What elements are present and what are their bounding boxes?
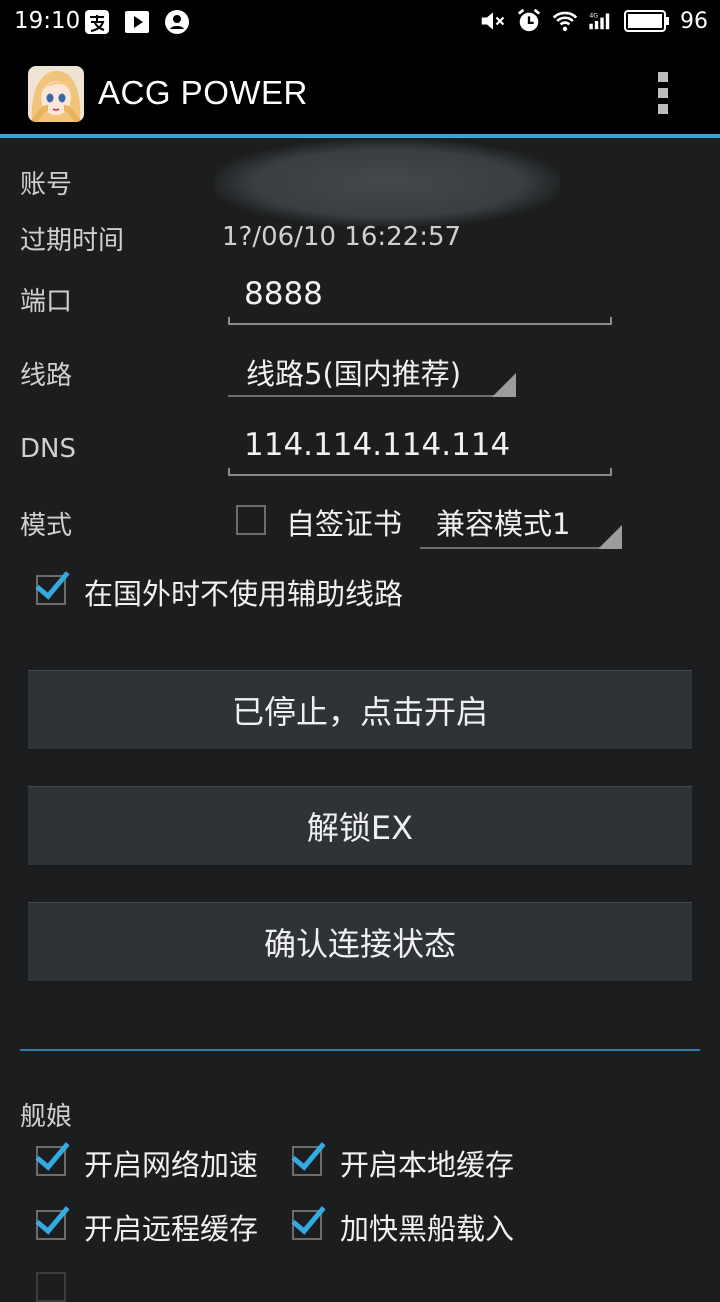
remote-cache-checkbox[interactable] — [36, 1210, 66, 1240]
app-logo-avatar — [28, 66, 84, 122]
network-type-text: 4G — [589, 13, 598, 20]
mode-label: 模式 — [20, 511, 73, 541]
route-label: 线路 — [20, 361, 73, 391]
abroad-checkbox[interactable] — [36, 575, 66, 605]
blackship-load-checkbox[interactable] — [292, 1210, 322, 1240]
account-label: 账号 — [20, 170, 73, 200]
battery-level: 96 — [680, 8, 708, 34]
app-title: ACG POWER — [98, 74, 308, 111]
abroad-label[interactable]: 在国外时不使用辅助线路 — [84, 571, 403, 613]
dns-input[interactable]: 114.114.114.114 — [244, 427, 510, 463]
check-connection-button[interactable]: 确认连接状态 — [28, 902, 692, 982]
alipay-icon — [84, 9, 110, 35]
expire-value: 1?/06/10 16:22:57 — [222, 222, 462, 252]
port-label: 端口 — [20, 287, 73, 317]
self-signed-checkbox[interactable] — [236, 505, 266, 535]
status-bar: 19:10 4G 96 — [0, 0, 720, 46]
signal-icon: 4G — [588, 8, 614, 34]
app-bar-divider — [0, 134, 720, 138]
self-signed-label[interactable]: 自签证书 — [286, 501, 402, 543]
mode-select[interactable]: 兼容模式1 — [436, 501, 570, 543]
expire-label: 过期时间 — [20, 226, 125, 256]
local-cache-checkbox[interactable] — [292, 1146, 322, 1176]
port-input-underline — [228, 317, 612, 325]
account-value-blurred — [215, 140, 560, 226]
alarm-icon — [516, 8, 542, 34]
mode-dropdown-icon[interactable] — [598, 525, 622, 549]
status-time: 19:10 — [14, 8, 81, 34]
mute-icon — [480, 8, 506, 34]
start-button[interactable]: 已停止，点击开启 — [28, 670, 692, 750]
dns-label: DNS — [20, 434, 76, 464]
status-right-icons: 4G 96 — [480, 8, 708, 34]
next-option-checkbox[interactable] — [36, 1272, 66, 1302]
route-select[interactable]: 线路5(国内推荐) — [246, 351, 461, 393]
section-divider — [20, 1049, 700, 1051]
route-select-underline — [228, 395, 516, 397]
wifi-icon — [552, 8, 578, 34]
network-accel-label[interactable]: 开启网络加速 — [84, 1142, 258, 1184]
mode-select-underline — [420, 547, 622, 549]
local-cache-label[interactable]: 开启本地缓存 — [340, 1142, 514, 1184]
battery-icon — [624, 8, 670, 34]
overflow-menu-icon[interactable] — [656, 72, 670, 114]
blackship-load-label[interactable]: 加快黑船载入 — [340, 1206, 514, 1248]
route-dropdown-icon[interactable] — [492, 373, 516, 397]
kancolle-section-title: 舰娘 — [20, 1102, 73, 1132]
status-left-icons — [84, 9, 190, 35]
account-icon — [164, 9, 190, 35]
remote-cache-label[interactable]: 开启远程缓存 — [84, 1206, 258, 1248]
dns-input-underline — [228, 468, 612, 476]
unlock-ex-button[interactable]: 解锁EX — [28, 786, 692, 866]
port-input[interactable]: 8888 — [244, 276, 323, 312]
video-play-icon — [124, 9, 150, 35]
network-accel-checkbox[interactable] — [36, 1146, 66, 1176]
